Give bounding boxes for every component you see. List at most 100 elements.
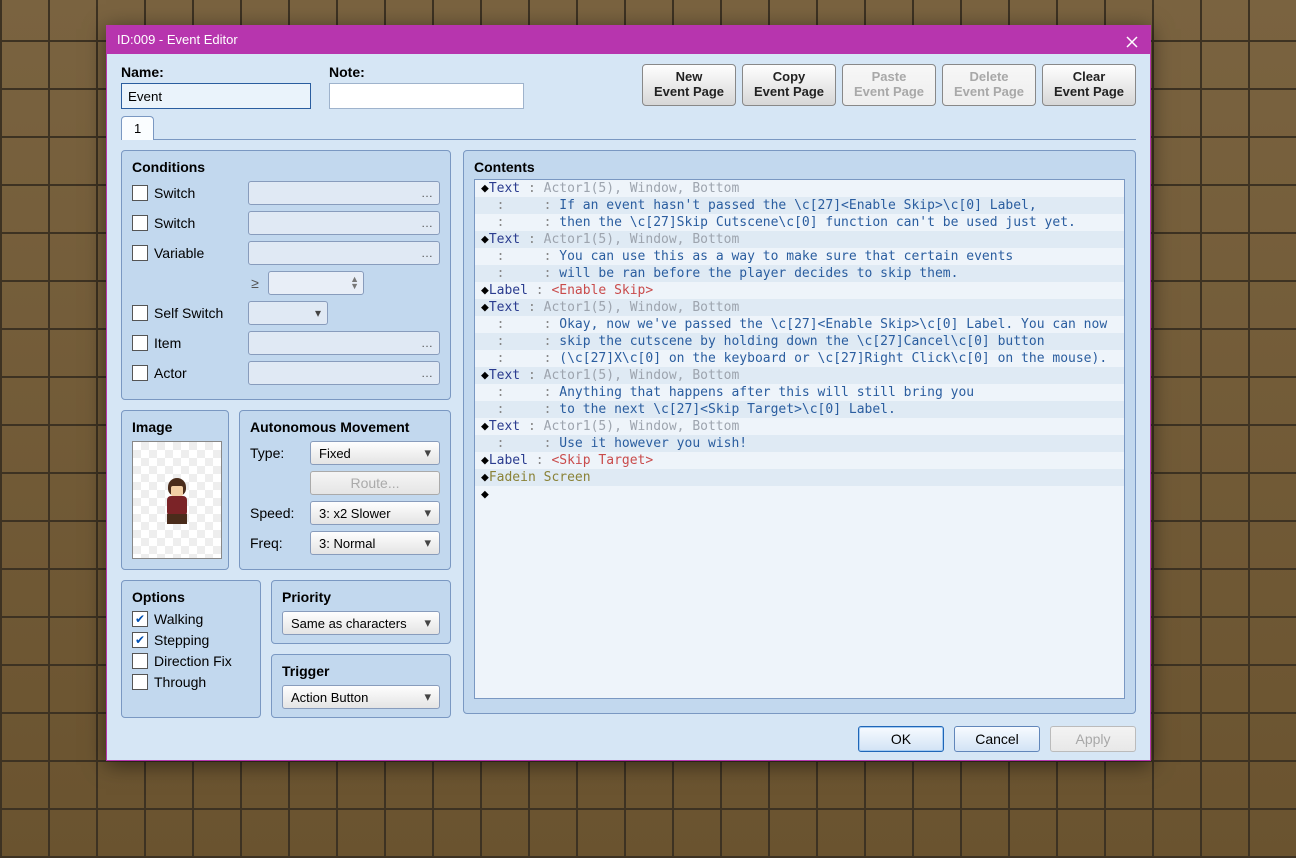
actor-sprite-icon	[159, 476, 195, 524]
note-field-block: Note:	[329, 64, 524, 109]
command-list[interactable]: ◆Text : Actor1(5), Window, Bottom : : If…	[474, 179, 1125, 699]
priority-trigger-column: Priority Same as characters▾ Trigger Act…	[271, 580, 451, 718]
condition-checkbox[interactable]	[132, 215, 148, 231]
condition-dropdown[interactable]: …	[248, 211, 440, 235]
page-buttons: NewEvent PageCopyEvent PagePasteEvent Pa…	[642, 64, 1136, 106]
new-event-page-button[interactable]: NewEvent Page	[642, 64, 736, 106]
command-row[interactable]: ◆	[475, 486, 1124, 503]
image-heading: Image	[132, 419, 218, 435]
command-row[interactable]: ◆Text : Actor1(5), Window, Bottom	[475, 299, 1124, 316]
delete-event-page-button: DeleteEvent Page	[942, 64, 1036, 106]
name-label: Name:	[121, 64, 311, 80]
priority-dropdown[interactable]: Same as characters▾	[282, 611, 440, 635]
command-row[interactable]: : : (\c[27]X\c[0] on the keyboard or \c[…	[475, 350, 1124, 367]
command-row[interactable]: ◆Label : <Skip Target>	[475, 452, 1124, 469]
freq-label: Freq:	[250, 535, 304, 551]
movement-type-dropdown[interactable]: Fixed▾	[310, 441, 440, 465]
condition-checkbox[interactable]	[132, 305, 148, 321]
command-row[interactable]: : : to the next \c[27]<Skip Target>\c[0]…	[475, 401, 1124, 418]
priority-heading: Priority	[282, 589, 440, 605]
options-priority-row: Options ✔Walking✔SteppingDirection FixTh…	[121, 580, 451, 718]
option-label: Walking	[154, 611, 203, 627]
event-editor-window: ID:009 - Event Editor Name: Note: NewEve…	[106, 25, 1151, 761]
command-row[interactable]: ◆Text : Actor1(5), Window, Bottom	[475, 180, 1124, 197]
type-label: Type:	[250, 445, 304, 461]
condition-checkbox[interactable]	[132, 185, 148, 201]
condition-dropdown[interactable]: ▾	[248, 301, 328, 325]
command-row[interactable]: : : then the \c[27]Skip Cutscene\c[0] fu…	[475, 214, 1124, 231]
ge-label: ≥	[248, 275, 262, 291]
copy-event-page-button[interactable]: CopyEvent Page	[742, 64, 836, 106]
condition-row: ≥ ▲▼	[132, 271, 440, 295]
header-row: Name: Note: NewEvent PageCopyEvent PageP…	[107, 54, 1150, 109]
option-row: Through	[132, 674, 250, 690]
condition-label: Self Switch	[154, 305, 242, 321]
option-checkbox[interactable]: ✔	[132, 632, 148, 648]
command-row[interactable]: ◆Label : <Enable Skip>	[475, 282, 1124, 299]
apply-button: Apply	[1050, 726, 1136, 752]
conditions-panel: Conditions Switch…Switch…Variable…≥▲▼Sel…	[121, 150, 451, 400]
command-row[interactable]: : : skip the cutscene by holding down th…	[475, 333, 1124, 350]
command-row[interactable]: : : If an event hasn't passed the \c[27]…	[475, 197, 1124, 214]
route-button: Route...	[310, 471, 440, 495]
freq-dropdown[interactable]: 3: Normal▾	[310, 531, 440, 555]
close-icon[interactable]	[1124, 32, 1140, 48]
condition-label: Actor	[154, 365, 242, 381]
condition-row: Switch …	[132, 181, 440, 205]
image-auto-row: Image Autonomous Movement Type: Fixed▾	[121, 410, 451, 570]
condition-label: Switch	[154, 185, 242, 201]
condition-dropdown[interactable]: …	[248, 331, 440, 355]
clear-event-page-button[interactable]: ClearEvent Page	[1042, 64, 1136, 106]
condition-checkbox[interactable]	[132, 245, 148, 261]
body-area: Conditions Switch…Switch…Variable…≥▲▼Sel…	[107, 140, 1150, 726]
event-sprite-chooser[interactable]	[132, 441, 222, 559]
condition-checkbox[interactable]	[132, 365, 148, 381]
priority-panel: Priority Same as characters▾	[271, 580, 451, 644]
auto-heading: Autonomous Movement	[250, 419, 440, 435]
name-field-block: Name:	[121, 64, 311, 109]
contents-heading: Contents	[474, 159, 1125, 175]
speed-label: Speed:	[250, 505, 304, 521]
variable-value-spinbox[interactable]: ▲▼	[268, 271, 364, 295]
condition-dropdown[interactable]: …	[248, 181, 440, 205]
option-checkbox[interactable]	[132, 674, 148, 690]
command-row[interactable]: : : Use it however you wish!	[475, 435, 1124, 452]
note-label: Note:	[329, 64, 524, 80]
condition-checkbox[interactable]	[132, 335, 148, 351]
condition-dropdown[interactable]: …	[248, 361, 440, 385]
command-row[interactable]: ◆Text : Actor1(5), Window, Bottom	[475, 367, 1124, 384]
tab-1[interactable]: 1	[121, 116, 154, 140]
cancel-button[interactable]: Cancel	[954, 726, 1040, 752]
condition-row: Switch …	[132, 211, 440, 235]
left-column: Conditions Switch…Switch…Variable…≥▲▼Sel…	[121, 150, 451, 718]
trigger-dropdown[interactable]: Action Button▾	[282, 685, 440, 709]
option-checkbox[interactable]	[132, 653, 148, 669]
paste-event-page-button: PasteEvent Page	[842, 64, 936, 106]
condition-row: Variable…	[132, 241, 440, 265]
condition-dropdown[interactable]: …	[248, 241, 440, 265]
name-input[interactable]	[121, 83, 311, 109]
option-label: Direction Fix	[154, 653, 232, 669]
trigger-panel: Trigger Action Button▾	[271, 654, 451, 718]
condition-row: Self Switch ▾	[132, 301, 440, 325]
option-checkbox[interactable]: ✔	[132, 611, 148, 627]
command-row[interactable]: : : Anything that happens after this wil…	[475, 384, 1124, 401]
speed-dropdown[interactable]: 3: x2 Slower▾	[310, 501, 440, 525]
condition-row: Actor …	[132, 361, 440, 385]
trigger-heading: Trigger	[282, 663, 440, 679]
condition-label: Switch	[154, 215, 242, 231]
condition-row: Item…	[132, 331, 440, 355]
options-panel: Options ✔Walking✔SteppingDirection FixTh…	[121, 580, 261, 718]
command-row[interactable]: : : Okay, now we've passed the \c[27]<En…	[475, 316, 1124, 333]
command-row[interactable]: : : You can use this as a way to make su…	[475, 248, 1124, 265]
command-row[interactable]: : : will be ran before the player decide…	[475, 265, 1124, 282]
command-row[interactable]: ◆Text : Actor1(5), Window, Bottom	[475, 418, 1124, 435]
option-row: ✔ Walking	[132, 611, 250, 627]
conditions-heading: Conditions	[132, 159, 440, 175]
command-row[interactable]: ◆Fadein Screen	[475, 469, 1124, 486]
ok-button[interactable]: OK	[858, 726, 944, 752]
command-row[interactable]: ◆Text : Actor1(5), Window, Bottom	[475, 231, 1124, 248]
note-input[interactable]	[329, 83, 524, 109]
dialog-footer: OK Cancel Apply	[858, 726, 1136, 752]
option-label: Through	[154, 674, 206, 690]
